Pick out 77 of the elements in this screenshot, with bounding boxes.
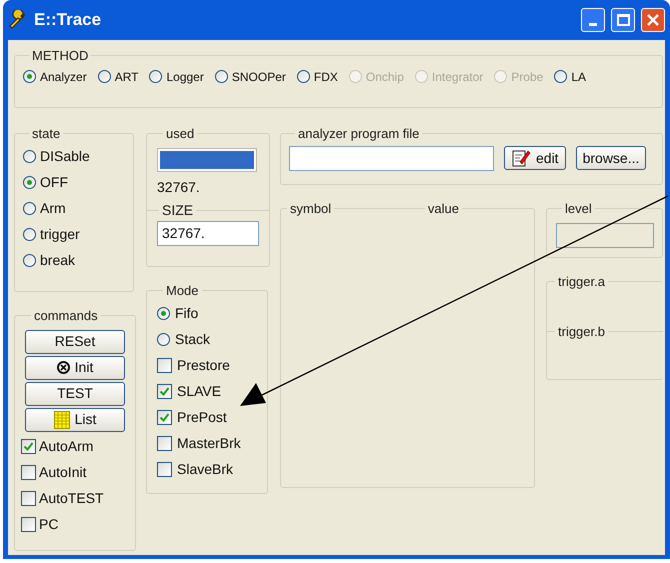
close-button[interactable] — [641, 8, 665, 32]
radio-label: DISable — [40, 147, 90, 166]
window-title: E::Trace — [34, 9, 102, 32]
radio-button[interactable] — [23, 150, 36, 163]
radio-label: Stack — [175, 330, 210, 349]
radio-label: FDX — [314, 68, 338, 86]
command-button[interactable]: TEST — [25, 382, 125, 406]
radio-button[interactable] — [214, 70, 228, 83]
radio-label: OFF — [40, 173, 68, 192]
checkbox[interactable] — [21, 517, 36, 532]
checkbox-label: AutoArm — [39, 437, 94, 456]
checkbox[interactable] — [157, 462, 172, 477]
checkbox[interactable] — [21, 439, 36, 454]
group-label: level — [564, 200, 593, 218]
program-file-field[interactable] — [289, 146, 494, 170]
maximize-button[interactable] — [611, 8, 635, 32]
radio-label: Analyzer — [40, 68, 87, 86]
radio-button[interactable] — [157, 333, 170, 346]
file-button[interactable]: edit — [504, 146, 566, 170]
radio-button[interactable] — [554, 70, 568, 83]
column-header: symbol — [289, 200, 332, 218]
radio-label: trigger — [40, 225, 80, 244]
checkbox-label: PC — [39, 515, 58, 534]
checkbox[interactable] — [157, 384, 172, 399]
checkbox-label: AutoTEST — [39, 489, 104, 508]
cancel-circle-icon — [56, 361, 70, 374]
radio-label: Onchip — [366, 68, 404, 86]
group-label: SIZE — [161, 200, 194, 220]
group-label: used — [165, 125, 196, 143]
checkbox[interactable] — [21, 491, 36, 506]
radio-label: Integrator — [432, 68, 484, 86]
radio-button[interactable] — [23, 228, 36, 241]
group-label: Mode — [165, 282, 200, 300]
minimize-button[interactable] — [581, 8, 605, 32]
used-reading: 32767. — [157, 178, 201, 196]
radio-button[interactable] — [23, 202, 36, 215]
radio-label: ART — [114, 68, 138, 86]
notepad-pencil-icon — [511, 148, 531, 168]
column-header: value — [426, 200, 460, 218]
checkbox-label: PrePost — [177, 408, 227, 427]
command-button[interactable]: List — [25, 408, 125, 432]
radio-label: break — [40, 251, 76, 270]
radio-button[interactable] — [296, 70, 310, 83]
size-field[interactable]: 32767. — [157, 220, 259, 246]
group-label: analyzer program file — [297, 125, 420, 143]
radio-label: Logger — [166, 68, 204, 86]
trigger-label: trigger.b — [557, 322, 606, 341]
radio-button[interactable] — [23, 70, 36, 83]
radio-label: LA — [571, 68, 586, 86]
trigger-label: trigger.a — [557, 273, 606, 291]
checkbox-label: Prestore — [177, 356, 230, 375]
radio-label: Fifo — [175, 304, 198, 323]
checkbox[interactable] — [157, 410, 172, 425]
radio-label: Probe — [511, 68, 544, 86]
wrench-icon — [8, 10, 28, 30]
file-button[interactable]: browse... — [576, 146, 646, 170]
group-label: METHOD — [31, 47, 90, 65]
radio-label: Arm — [40, 199, 66, 218]
checkbox[interactable] — [157, 436, 172, 451]
radio-button[interactable] — [23, 176, 36, 189]
radio-button[interactable] — [23, 254, 36, 267]
grid-list-icon — [54, 410, 70, 428]
checkbox-label: SlaveBrk — [177, 460, 234, 479]
group-label: state — [31, 125, 62, 143]
checkbox-label: AutoInit — [39, 463, 86, 482]
radio-button[interactable] — [98, 70, 111, 83]
radio-label: SNOOPer — [232, 68, 286, 86]
group-label: commands — [33, 307, 99, 325]
radio-button[interactable] — [157, 307, 170, 320]
radio-button[interactable] — [149, 70, 162, 83]
command-button[interactable]: RESet — [25, 330, 125, 354]
checkbox-label: MasterBrk — [177, 434, 241, 453]
checkbox[interactable] — [157, 358, 172, 373]
command-button[interactable]: Init — [25, 356, 125, 380]
checkbox-label: SLAVE — [177, 382, 222, 401]
checkbox[interactable] — [21, 465, 36, 480]
close-icon — [646, 13, 660, 27]
